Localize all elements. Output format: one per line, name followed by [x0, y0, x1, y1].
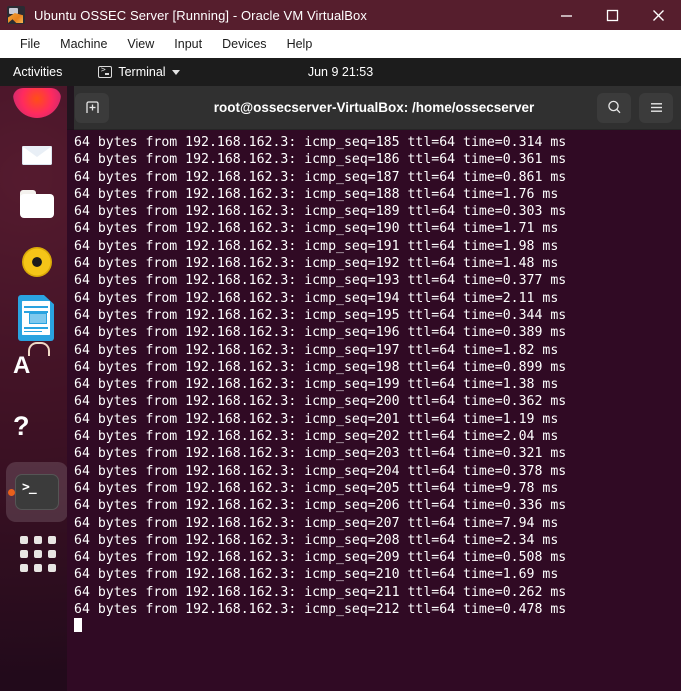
terminal-line: 64 bytes from 192.168.162.3: icmp_seq=19…: [74, 290, 559, 306]
impress-image-icon: [29, 313, 47, 324]
terminal-line: 64 bytes from 192.168.162.3: icmp_seq=19…: [74, 273, 567, 289]
terminal-line: 64 bytes from 192.168.162.3: icmp_seq=19…: [74, 307, 567, 323]
menu-devices[interactable]: Devices: [212, 33, 276, 55]
terminal-header-actions: [597, 92, 673, 123]
terminal-cursor-line: [74, 618, 681, 635]
terminal-line: 64 bytes from 192.168.162.3: icmp_seq=19…: [74, 221, 559, 237]
dock: [0, 86, 74, 691]
app-grid-icon: [48, 564, 56, 572]
terminal-window: root@ossecserver-VirtualBox: /home/ossec…: [67, 86, 681, 691]
new-tab-button[interactable]: [75, 92, 109, 123]
terminal-line: 64 bytes from 192.168.162.3: icmp_seq=20…: [74, 463, 567, 479]
close-button[interactable]: [635, 0, 681, 30]
firefox-icon: [13, 88, 61, 118]
terminal-icon: [98, 65, 113, 78]
terminal-line: 64 bytes from 192.168.162.3: icmp_seq=21…: [74, 602, 567, 618]
dock-item-thunderbird[interactable]: [13, 126, 61, 174]
terminal-output[interactable]: 64 bytes from 192.168.162.3: icmp_seq=18…: [67, 130, 681, 691]
terminal-line: 64 bytes from 192.168.162.3: icmp_seq=18…: [74, 186, 559, 202]
window-controls: [543, 0, 681, 30]
virtualbox-menubar: File Machine View Input Devices Help: [0, 30, 681, 58]
new-tab-icon: [85, 101, 99, 113]
virtualbox-titlebar[interactable]: Ubuntu OSSEC Server [Running] - Oracle V…: [0, 0, 681, 30]
search-icon: [607, 100, 620, 114]
menu-machine[interactable]: Machine: [50, 33, 117, 55]
app-grid-icon: [34, 564, 42, 572]
menu-view[interactable]: View: [117, 33, 164, 55]
dock-item-terminal[interactable]: [6, 462, 68, 522]
terminal-line: 64 bytes from 192.168.162.3: icmp_seq=20…: [74, 480, 559, 496]
menu-file[interactable]: File: [10, 33, 50, 55]
terminal-line: 64 bytes from 192.168.162.3: icmp_seq=19…: [74, 256, 559, 272]
app-menu-label: Terminal: [118, 65, 166, 79]
terminal-line: 64 bytes from 192.168.162.3: icmp_seq=19…: [74, 359, 567, 375]
terminal-line: 64 bytes from 192.168.162.3: icmp_seq=18…: [74, 169, 567, 185]
dock-item-impress[interactable]: [13, 294, 61, 342]
text-cursor: [74, 618, 82, 633]
close-icon: [652, 9, 664, 21]
terminal-left-edge: [67, 130, 74, 691]
dock-item-ubuntu-software[interactable]: [13, 350, 61, 398]
terminal-line: 64 bytes from 192.168.162.3: icmp_seq=20…: [74, 394, 567, 410]
chevron-down-icon: [171, 69, 180, 75]
terminal-line: 64 bytes from 192.168.162.3: icmp_seq=20…: [74, 446, 567, 462]
app-grid-icon: [34, 536, 42, 544]
terminal-line: 64 bytes from 192.168.162.3: icmp_seq=19…: [74, 377, 559, 393]
app-grid-icon: [20, 550, 28, 558]
terminal-headerbar: root@ossecserver-VirtualBox: /home/ossec…: [67, 86, 681, 130]
gnome-top-bar: Activities Terminal Jun 9 21:53: [0, 58, 681, 86]
app-grid-icon: [34, 550, 42, 558]
guest-screen: Activities Terminal Jun 9 21:53: [0, 58, 681, 691]
hamburger-menu-button[interactable]: [639, 92, 673, 123]
terminal-line: 64 bytes from 192.168.162.3: icmp_seq=20…: [74, 411, 559, 427]
terminal-icon: [15, 474, 59, 510]
terminal-line: 64 bytes from 192.168.162.3: icmp_seq=19…: [74, 325, 567, 341]
dock-item-help[interactable]: [13, 406, 61, 454]
window-title: Ubuntu OSSEC Server [Running] - Oracle V…: [34, 7, 367, 23]
terminal-line: 64 bytes from 192.168.162.3: icmp_seq=20…: [74, 498, 567, 514]
terminal-line: 64 bytes from 192.168.162.3: icmp_seq=20…: [74, 532, 559, 548]
activities-button[interactable]: Activities: [13, 65, 62, 79]
menu-help[interactable]: Help: [277, 33, 323, 55]
terminal-line: 64 bytes from 192.168.162.3: icmp_seq=18…: [74, 135, 567, 150]
maximize-button[interactable]: [589, 0, 635, 30]
terminal-line: 64 bytes from 192.168.162.3: icmp_seq=21…: [74, 567, 559, 583]
terminal-line: 64 bytes from 192.168.162.3: icmp_seq=20…: [74, 515, 559, 531]
terminal-line: 64 bytes from 192.168.162.3: icmp_seq=18…: [74, 204, 567, 220]
terminal-line: 64 bytes from 192.168.162.3: icmp_seq=18…: [74, 152, 567, 168]
minimize-icon: [560, 14, 572, 17]
app-grid-icon: [48, 536, 56, 544]
app-grid-icon: [20, 536, 28, 544]
menu-input[interactable]: Input: [164, 33, 212, 55]
terminal-title: root@ossecserver-VirtualBox: /home/ossec…: [213, 100, 535, 115]
dock-item-rhythmbox[interactable]: [13, 238, 61, 286]
terminal-line: 64 bytes from 192.168.162.3: icmp_seq=20…: [74, 550, 567, 566]
app-menu-terminal[interactable]: Terminal: [98, 65, 180, 79]
terminal-line: 64 bytes from 192.168.162.3: icmp_seq=21…: [74, 584, 567, 600]
maximize-icon: [606, 9, 618, 21]
app-grid-icon: [20, 564, 28, 572]
app-grid-icon: [48, 550, 56, 558]
minimize-button[interactable]: [543, 0, 589, 30]
terminal-line: 64 bytes from 192.168.162.3: icmp_seq=19…: [74, 238, 559, 254]
dock-item-firefox[interactable]: [13, 88, 61, 118]
terminal-line: 64 bytes from 192.168.162.3: icmp_seq=20…: [74, 429, 559, 445]
virtualbox-icon: [7, 6, 25, 24]
hamburger-menu-icon: [650, 103, 662, 112]
search-button[interactable]: [597, 92, 631, 123]
dock-item-files[interactable]: [13, 182, 61, 230]
terminal-line: 64 bytes from 192.168.162.3: icmp_seq=19…: [74, 342, 559, 358]
show-applications-button[interactable]: [20, 536, 56, 572]
